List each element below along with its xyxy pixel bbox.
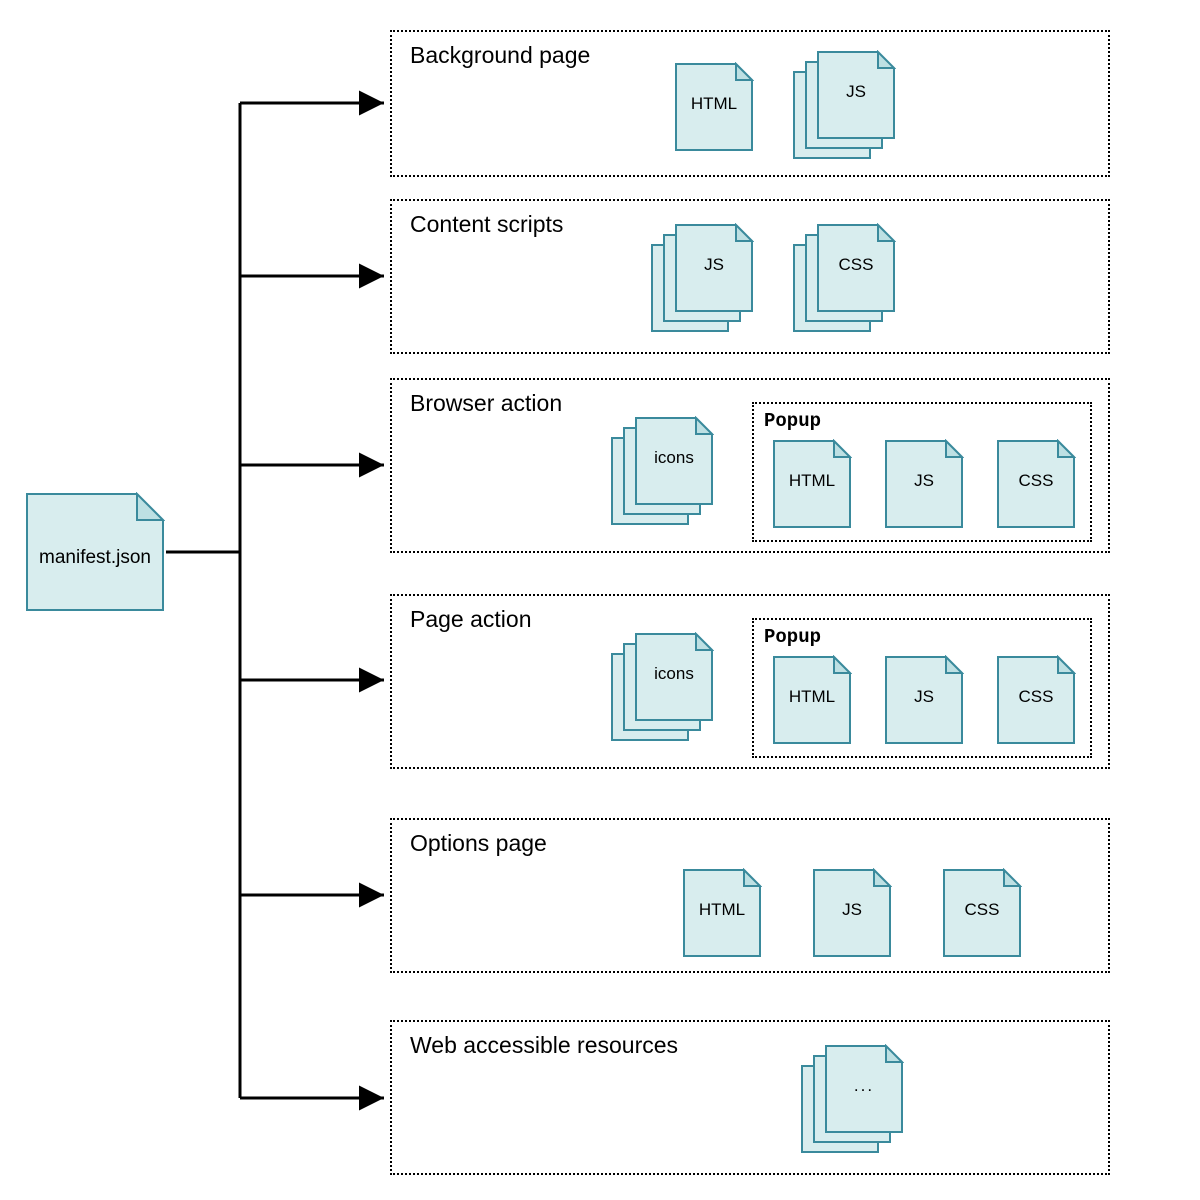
box-title: Content scripts bbox=[410, 211, 563, 238]
file-stack-js-icon: JS bbox=[650, 223, 755, 333]
file-css-icon: CSS bbox=[996, 655, 1076, 745]
file-html-icon: HTML bbox=[772, 439, 852, 529]
file-css-icon: CSS bbox=[942, 868, 1022, 958]
file-js-icon: JS bbox=[884, 439, 964, 529]
box-browser-action: Browser action icons Popup HTML JS CSS bbox=[390, 378, 1110, 553]
box-title: Page action bbox=[410, 606, 531, 633]
box-title: Web accessible resources bbox=[410, 1032, 678, 1059]
file-js-icon: JS bbox=[812, 868, 892, 958]
popup-box: Popup HTML JS CSS bbox=[752, 618, 1092, 758]
box-content-scripts: Content scripts JS CSS bbox=[390, 199, 1110, 354]
box-title: Browser action bbox=[410, 390, 562, 417]
file-js-icon: JS bbox=[884, 655, 964, 745]
file-stack-icons-icon: icons bbox=[610, 416, 715, 526]
box-background-page: Background page HTML JS bbox=[390, 30, 1110, 177]
box-options-page: Options page HTML JS CSS bbox=[390, 818, 1110, 973]
file-html-icon: HTML bbox=[682, 868, 762, 958]
file-css-icon: CSS bbox=[996, 439, 1076, 529]
box-title: Options page bbox=[410, 830, 547, 857]
box-title: Background page bbox=[410, 42, 590, 69]
file-html-icon: HTML bbox=[772, 655, 852, 745]
file-html-icon: HTML bbox=[674, 62, 754, 152]
file-stack-resources-icon: ... bbox=[800, 1044, 905, 1154]
diagram-canvas: manifest.json Background page HTML bbox=[0, 0, 1200, 1200]
popup-title: Popup bbox=[764, 410, 821, 432]
box-page-action: Page action icons Popup HTML JS CSS bbox=[390, 594, 1110, 769]
file-stack-icons-icon: icons bbox=[610, 632, 715, 742]
box-web-accessible-resources: Web accessible resources ... bbox=[390, 1020, 1110, 1175]
popup-title: Popup bbox=[764, 626, 821, 648]
popup-box: Popup HTML JS CSS bbox=[752, 402, 1092, 542]
file-stack-js-icon: JS bbox=[792, 50, 897, 160]
file-stack-css-icon: CSS bbox=[792, 223, 897, 333]
